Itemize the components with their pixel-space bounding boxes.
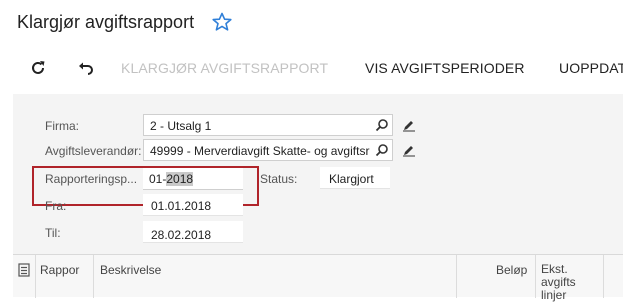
to-label: Til: [45,226,61,240]
details-grid-header: Rappor Beskrivelse Beløp Ekst. avgifts l… [13,254,623,302]
column-header-description[interactable]: Beskrivelse [100,263,161,277]
search-icon[interactable] [375,118,389,132]
column-header-report-line[interactable]: Rappor [40,263,79,277]
grid-settings-icon[interactable] [18,263,30,277]
from-label: Fra: [45,199,67,213]
column-separator [93,255,94,298]
column-header-amount[interactable]: Beløp [496,263,527,277]
to-value: 28.02.2018 [151,228,212,242]
column-separator [535,255,536,298]
tax-agency-field[interactable]: 49999 - Merverdiavgift Skatte- og avgift… [143,139,393,161]
prepare-tax-report-button[interactable]: KLARGJØR AVGIFTSRAPPORT [121,60,328,76]
edit-pencil-icon[interactable] [402,118,416,132]
favorite-star-icon[interactable] [212,12,232,32]
tax-agency-label: Avgiftsleverandør: [45,144,142,158]
refresh-icon[interactable] [30,60,46,76]
from-value: 01.01.2018 [151,199,212,213]
column-header-ext-tax-lines[interactable]: Ekst. avgifts linjer [541,263,589,302]
status-value: Klargjort [329,172,374,186]
edit-pencil-icon[interactable] [402,143,416,157]
unreleased-button[interactable]: UOPPDAT [559,60,623,76]
undo-icon[interactable] [78,60,94,76]
column-separator [603,255,604,298]
firma-field[interactable]: 2 - Utsalg 1 [143,114,393,136]
firma-label: Firma: [45,119,79,133]
status-label: Status: [260,172,298,186]
page-title: Klargjør avgiftsrapport [17,12,195,32]
toolbar: KLARGJØR AVGIFTSRAPPORT VIS AVGIFTSPERIO… [0,50,623,88]
firma-value: 2 - Utsalg 1 [150,119,212,133]
column-separator [35,255,36,298]
search-icon[interactable] [375,143,389,157]
title-bar: Klargjør avgiftsrapport [0,0,623,46]
view-tax-periods-button[interactable]: VIS AVGIFTSPERIODER [365,60,525,76]
column-separator [456,255,457,298]
tax-agency-value: 49999 - Merverdiavgift Skatte- og avgift… [150,144,370,158]
